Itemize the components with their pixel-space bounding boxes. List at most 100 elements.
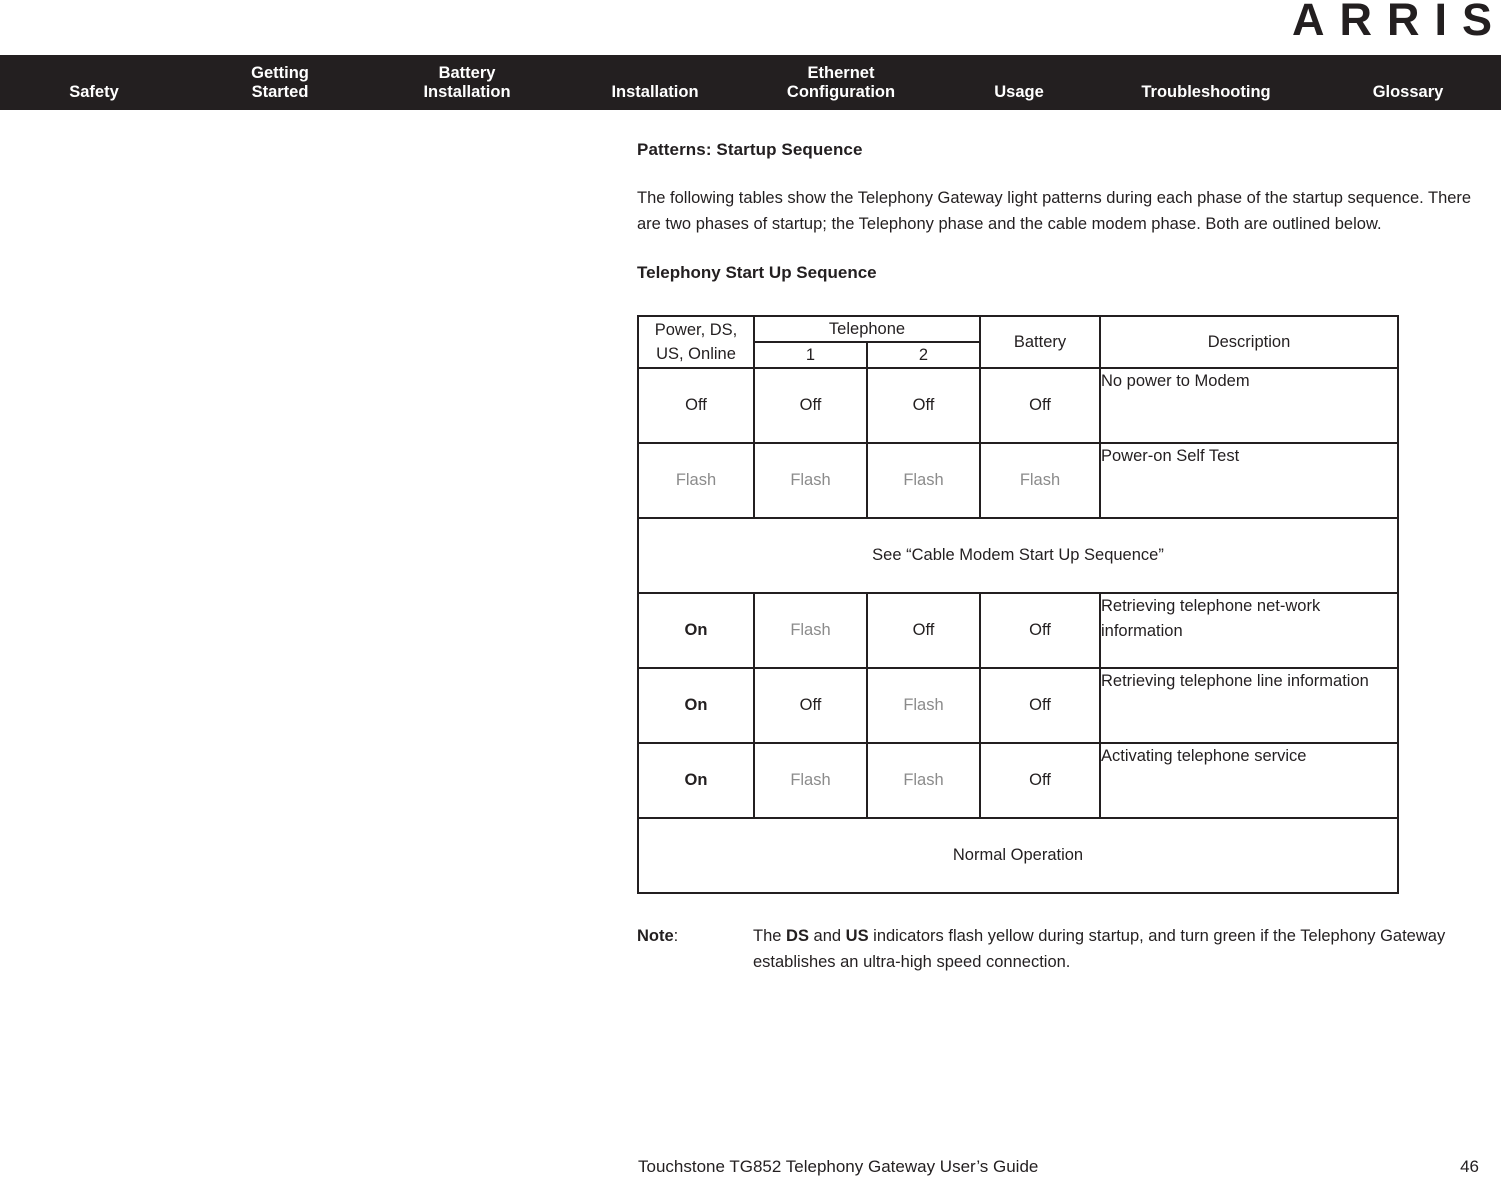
table-cell-telephone-2: Off bbox=[912, 621, 935, 639]
note-text-part2: and bbox=[808, 927, 846, 945]
table-row: Flash Flash Flash Flash Power-on Self Test bbox=[637, 442, 1399, 519]
table-cell-battery: Off bbox=[1029, 696, 1051, 714]
arris-logo: ARRIS bbox=[1291, 0, 1501, 45]
table-cell-spanning-note: See “Cable Modem Start Up Sequence” bbox=[637, 517, 1399, 594]
table-cell-telephone-1: Flash bbox=[790, 771, 831, 789]
page-title: Patterns: Startup Sequence bbox=[637, 140, 863, 159]
table-cell-telephone-2-cell: Flash bbox=[866, 442, 981, 519]
table-cell-telephone-2-cell: Off bbox=[866, 367, 981, 444]
table-cell-battery: Off bbox=[1029, 771, 1051, 789]
page-content: Patterns: Startup Sequence The following… bbox=[637, 140, 1499, 975]
table-cell-power-cell: On bbox=[637, 742, 755, 819]
table-header-row-1: Power, DS, US, Online Telephone Battery … bbox=[637, 315, 1399, 369]
logo-band: ARRIS bbox=[0, 0, 1501, 55]
table-cell-battery: Flash bbox=[1019, 471, 1061, 489]
note-bold-us: US bbox=[845, 927, 869, 945]
table-cell-spanning-note: Normal Operation bbox=[637, 817, 1399, 894]
table-cell-telephone-2: Off bbox=[912, 396, 935, 414]
table-cell-power-cell: Flash bbox=[637, 442, 755, 519]
table-body: Off Off Off Off No power to Modem Flash Flash F… bbox=[637, 367, 1399, 894]
chapter-navigation-bar: Safety Getting Started Battery Installation I… bbox=[0, 55, 1501, 110]
table-cell-battery-cell: Off bbox=[979, 742, 1101, 819]
header-telephone-group: Telephone bbox=[753, 315, 981, 343]
nav-item-installation[interactable]: Battery Installation bbox=[423, 64, 510, 102]
note-block: Note: The DS and US indicators flash yel… bbox=[637, 924, 1499, 975]
nav-item-troubleshooting[interactable]: Troubleshooting bbox=[1141, 83, 1270, 102]
table-cell-power: On bbox=[684, 696, 708, 714]
table-cell-telephone-2: Flash bbox=[903, 471, 944, 489]
note-label-colon: : bbox=[673, 927, 679, 945]
table-cell-telephone-1-cell: Off bbox=[753, 667, 868, 744]
table-cell-battery-cell: Off bbox=[979, 367, 1101, 444]
table-cell-description: Activating telephone service bbox=[1099, 742, 1399, 819]
footer-page-number: 46 bbox=[1460, 1157, 1479, 1176]
nav-item-safety[interactable]: Safety bbox=[69, 83, 119, 102]
table-row: Off Off Off Off No power to Modem bbox=[637, 367, 1399, 444]
note-bold-ds: DS bbox=[786, 927, 809, 945]
table-row: On Flash Off Off Retrieving telephone net-wo… bbox=[637, 592, 1399, 669]
table-cell-telephone-2-cell: Flash bbox=[866, 742, 981, 819]
table-cell-telephone-1-cell: Off bbox=[753, 367, 868, 444]
intro-paragraph: The following tables show the Telephony … bbox=[637, 189, 1472, 233]
nav-item-label: Installation bbox=[423, 83, 511, 101]
nav-item-label: Safety bbox=[69, 83, 119, 101]
header-telephone-1: 1 bbox=[753, 341, 868, 369]
table-cell-battery-cell: Flash bbox=[979, 442, 1101, 519]
subsection-title: Telephony Start Up Sequence bbox=[637, 263, 877, 282]
table-cell-telephone-1: Off bbox=[799, 396, 822, 414]
table-cell-telephone-1-cell: Flash bbox=[753, 442, 868, 519]
nav-item-label-line1: Ethernet bbox=[807, 64, 875, 82]
nav-item-label: Configuration bbox=[786, 83, 896, 101]
table-row: Normal Operation bbox=[637, 817, 1399, 894]
table-cell-power-cell: On bbox=[637, 667, 755, 744]
note-text-part1: The bbox=[753, 927, 787, 945]
table-cell-telephone-2-cell: Off bbox=[866, 592, 981, 669]
note-label-text: Note bbox=[637, 927, 674, 945]
table-cell-power: On bbox=[684, 621, 708, 639]
nav-item-label-line1: Getting bbox=[251, 64, 309, 82]
footer-document-title: Touchstone TG852 Telephony Gateway User’… bbox=[638, 1157, 1039, 1176]
table-cell-telephone-2-cell: Flash bbox=[866, 667, 981, 744]
nav-item-usage[interactable]: Usage bbox=[994, 83, 1044, 102]
nav-item-label: Installation bbox=[611, 83, 699, 101]
header-description: Description bbox=[1099, 315, 1399, 369]
table-cell-power: Off bbox=[685, 396, 707, 414]
table-cell-battery-cell: Off bbox=[979, 592, 1101, 669]
table-cell-description: Retrieving telephone net-work informatio… bbox=[1099, 592, 1399, 669]
page-footer: Touchstone TG852 Telephony Gateway User’… bbox=[0, 1157, 1501, 1185]
table-row: See “Cable Modem Start Up Sequence” bbox=[637, 517, 1399, 594]
note-label: Note: bbox=[637, 924, 747, 950]
table-cell-power: On bbox=[684, 771, 708, 789]
table-cell-telephone-2: Flash bbox=[903, 771, 944, 789]
table-cell-power: Flash bbox=[675, 471, 717, 489]
nav-item-configuration[interactable]: Ethernet Configuration bbox=[787, 64, 895, 102]
header-power-ds-us-online: Power, DS, US, Online bbox=[637, 315, 755, 369]
header-battery: Battery bbox=[979, 315, 1101, 369]
table-cell-description: Retrieving telephone line information bbox=[1099, 667, 1399, 744]
nav-item-label: Usage bbox=[994, 83, 1044, 101]
table-cell-telephone-1: Flash bbox=[790, 471, 831, 489]
nav-item-label: Glossary bbox=[1372, 83, 1444, 101]
table-cell-power-cell: Off bbox=[637, 367, 755, 444]
table-row: On Flash Flash Off Activating telephone serv… bbox=[637, 742, 1399, 819]
nav-item-glossary[interactable]: Glossary bbox=[1373, 83, 1444, 102]
table-cell-power-cell: On bbox=[637, 592, 755, 669]
note-text: The DS and US indicators flash yellow du… bbox=[753, 924, 1499, 975]
table-cell-description: Power-on Self Test bbox=[1099, 442, 1399, 519]
table-cell-telephone-1: Flash bbox=[790, 621, 831, 639]
nav-item-started[interactable]: Getting Started bbox=[251, 64, 309, 102]
table-cell-battery-cell: Off bbox=[979, 667, 1101, 744]
header-telephone-2: 2 bbox=[866, 341, 981, 369]
nav-item-installation[interactable]: Installation bbox=[611, 83, 698, 102]
table-cell-battery: Off bbox=[1029, 396, 1051, 414]
table-cell-telephone-1-cell: Flash bbox=[753, 592, 868, 669]
nav-item-label: Troubleshooting bbox=[1141, 83, 1271, 101]
table-header: Power, DS, US, Online Telephone Battery … bbox=[637, 315, 1399, 369]
table-cell-description: No power to Modem bbox=[1099, 367, 1399, 444]
telephony-startup-sequence-table: Power, DS, US, Online Telephone Battery … bbox=[637, 315, 1399, 894]
table-cell-telephone-1-cell: Flash bbox=[753, 742, 868, 819]
nav-item-label: Started bbox=[251, 83, 309, 101]
table-cell-battery: Off bbox=[1029, 621, 1051, 639]
nav-item-label-line1: Battery bbox=[438, 64, 496, 82]
table-cell-telephone-1: Off bbox=[799, 696, 822, 714]
